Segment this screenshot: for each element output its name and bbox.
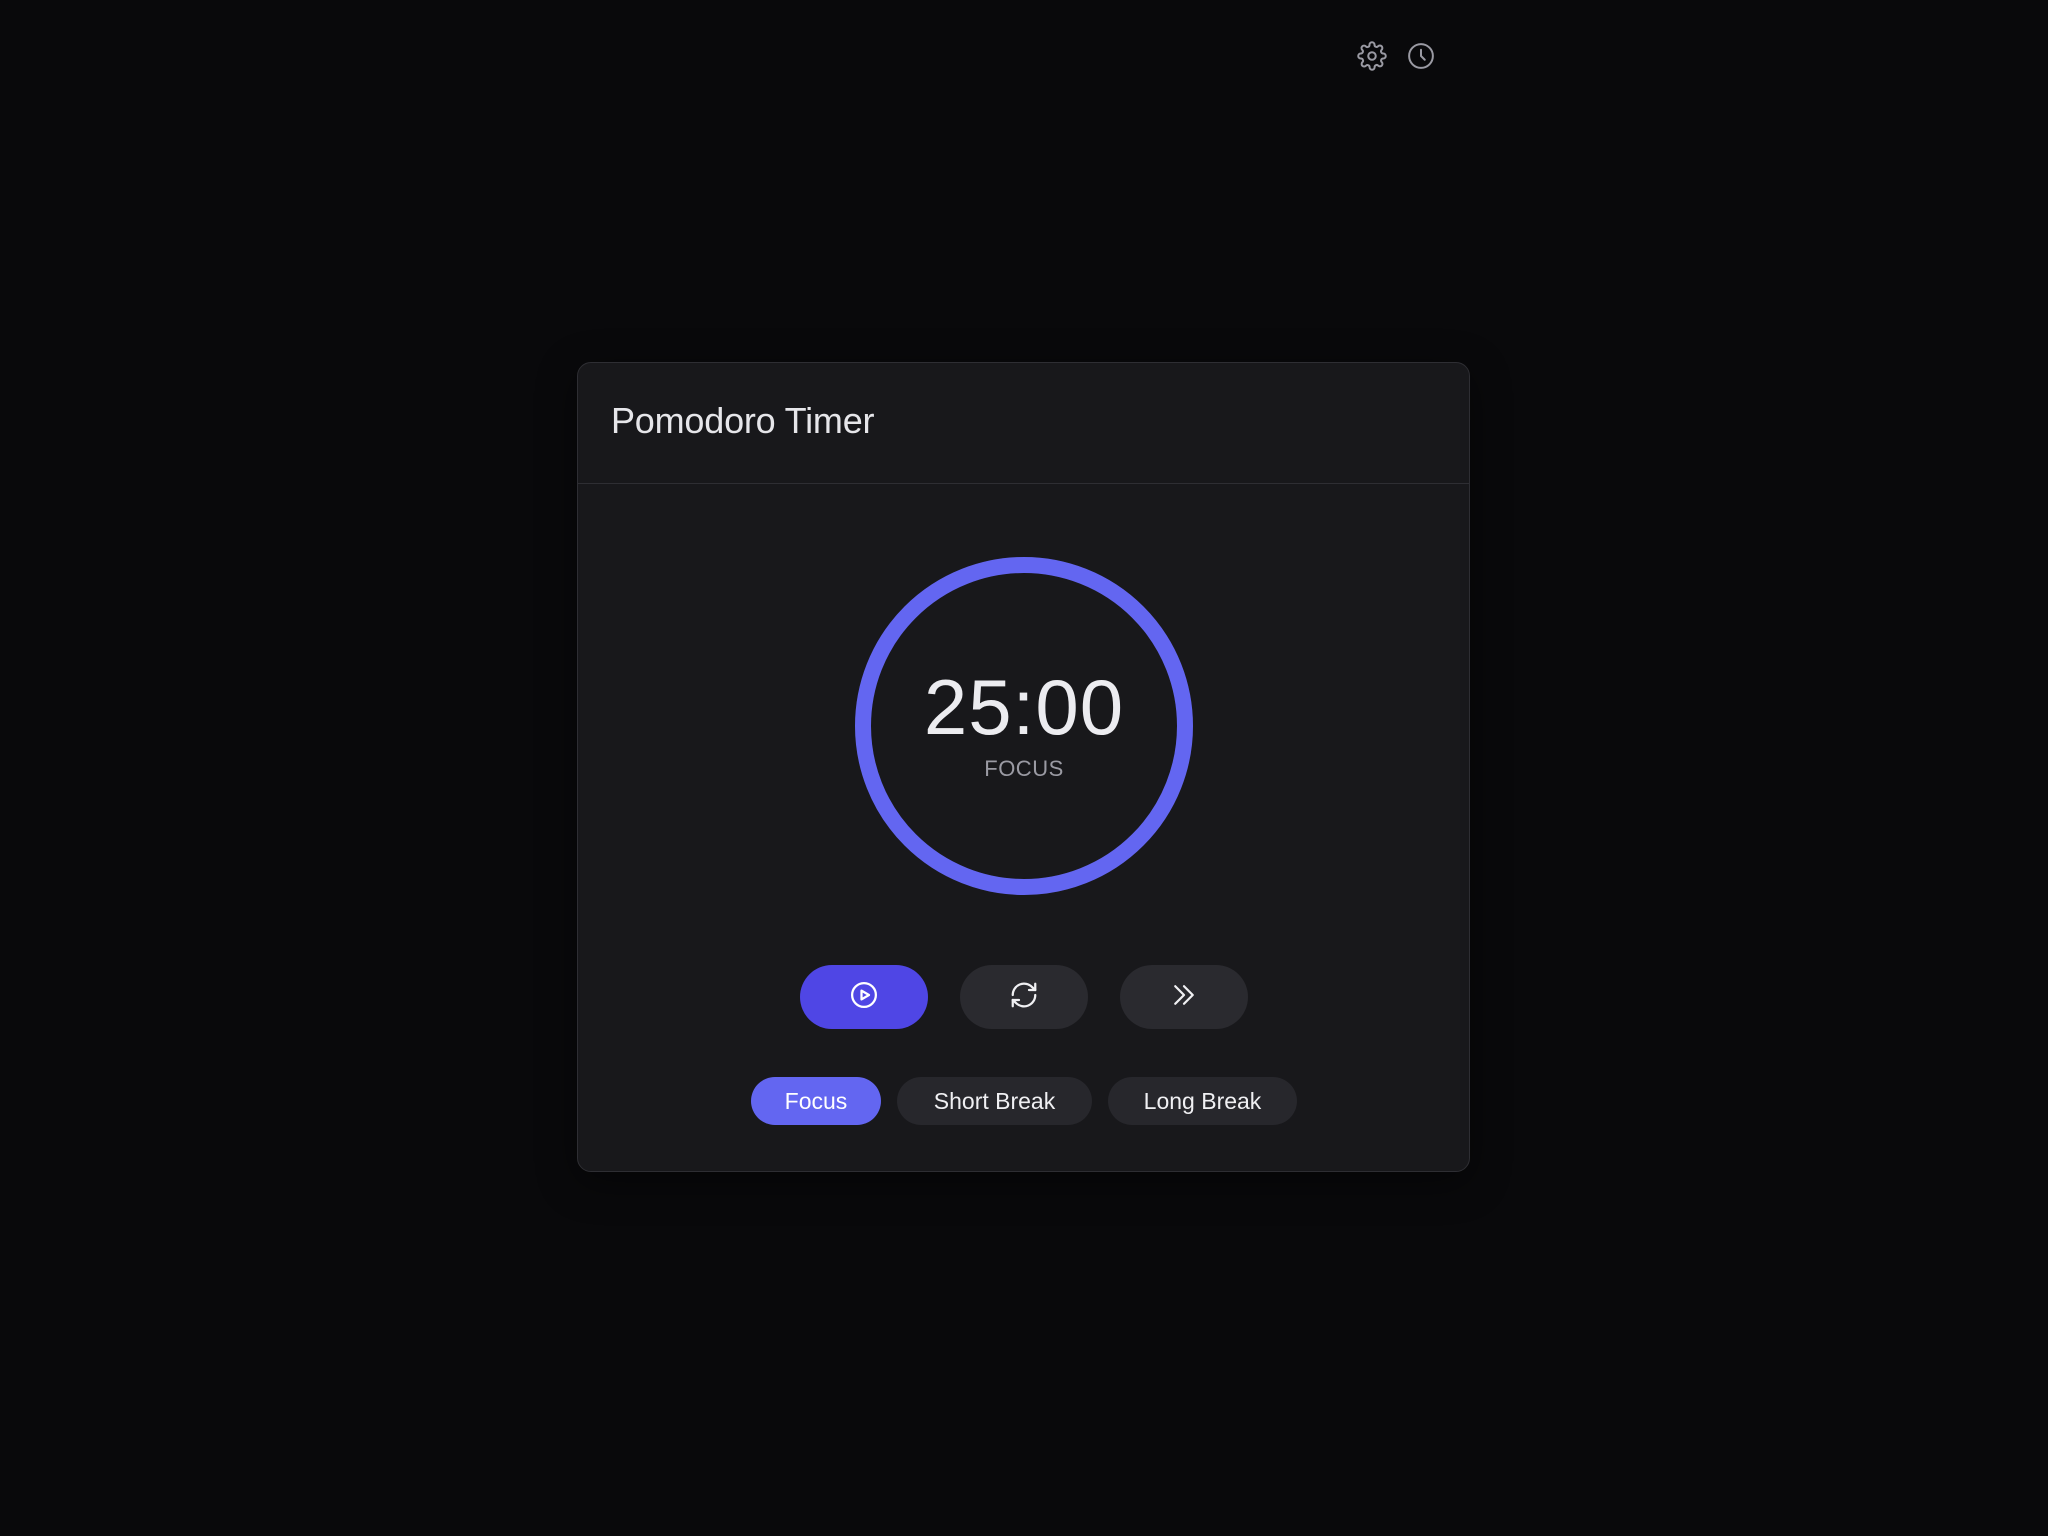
chevrons-right-icon <box>1169 980 1199 1015</box>
clock-icon <box>1406 41 1436 76</box>
mode-tab-focus[interactable]: Focus <box>751 1077 881 1125</box>
card-header: Pomodoro Timer <box>578 363 1469 484</box>
timer-display: 25:00 FOCUS <box>854 556 1194 896</box>
play-button[interactable] <box>800 965 928 1029</box>
mode-tab-short-break[interactable]: Short Break <box>897 1077 1092 1125</box>
skip-button[interactable] <box>1120 965 1248 1029</box>
play-circle-icon <box>849 980 879 1015</box>
settings-button[interactable] <box>1354 40 1390 76</box>
refresh-icon <box>1009 980 1039 1015</box>
mode-tab-long-break[interactable]: Long Break <box>1108 1077 1297 1125</box>
timer-mode-label: FOCUS <box>984 756 1064 781</box>
history-button[interactable] <box>1403 40 1439 76</box>
reset-button[interactable] <box>960 965 1088 1029</box>
timer-time: 25:00 <box>923 663 1125 751</box>
gear-icon <box>1357 40 1387 76</box>
app-title: Pomodoro Timer <box>611 400 875 441</box>
